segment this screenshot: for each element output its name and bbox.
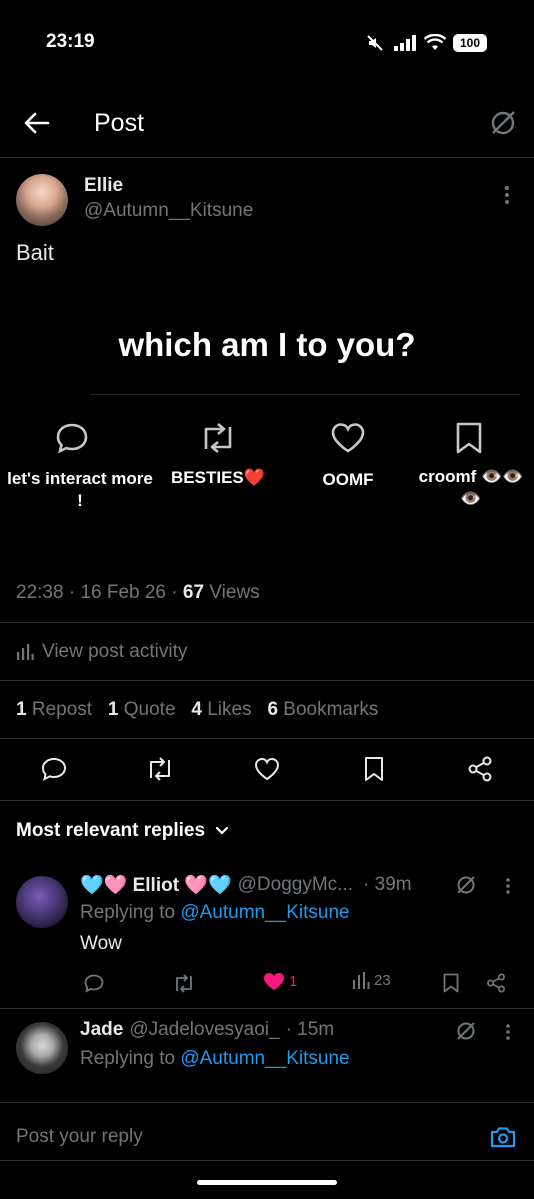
analytics-icon	[352, 972, 370, 989]
reply-author-handle[interactable]: @Jadelovesyaoi_	[129, 1019, 279, 1041]
back-arrow-icon[interactable]	[22, 108, 52, 138]
status-time: 23:19	[46, 31, 95, 52]
like-filled-icon	[263, 972, 285, 991]
image-option-1: let's interact more !	[7, 469, 153, 510]
views-label: Views	[209, 582, 260, 603]
replying-to: Replying to @Autumn__Kitsune	[80, 1048, 350, 1069]
camera-icon[interactable]	[488, 1122, 518, 1152]
views-count: 23	[374, 972, 391, 989]
share-button[interactable]	[464, 754, 496, 784]
share-button[interactable]	[484, 971, 508, 995]
bookmark-icon	[452, 420, 486, 456]
reply-button[interactable]	[38, 754, 70, 784]
grok-icon[interactable]	[454, 1019, 478, 1043]
author-avatar[interactable]	[16, 174, 68, 226]
bookmark-button[interactable]	[358, 754, 390, 784]
author-handle[interactable]: @Autumn__Kitsune	[84, 200, 253, 222]
replying-to: Replying to @Autumn__Kitsune	[80, 902, 350, 923]
reply-author-handle[interactable]: @DoggyMc...	[238, 874, 353, 896]
page-title: Post	[94, 109, 145, 137]
reply-input[interactable]	[16, 1122, 456, 1152]
replying-to-handle[interactable]: @Autumn__Kitsune	[180, 902, 349, 923]
analytics-icon	[16, 644, 34, 660]
mute-icon	[366, 34, 384, 52]
repost-icon	[198, 420, 238, 456]
post-stats: 1 Repost 1 Quote 4 Likes 6 Bookmarks	[16, 699, 378, 721]
like-count: 1	[289, 973, 298, 990]
post-image[interactable]: which am I to you? let's interact more !…	[0, 290, 534, 555]
wifi-icon	[424, 34, 446, 51]
bookmarks-stat[interactable]: 6 Bookmarks	[267, 699, 378, 720]
home-indicator[interactable]	[197, 1180, 337, 1185]
more-options-icon[interactable]	[498, 876, 518, 896]
post-date: 16 Feb 26	[80, 582, 167, 603]
replies-header: Most relevant replies	[16, 820, 206, 841]
reply-time: · 39m	[363, 874, 412, 895]
reply-avatar[interactable]	[16, 1022, 68, 1074]
chevron-down-icon	[215, 826, 229, 836]
view-activity-link[interactable]: View post activity	[16, 641, 187, 663]
battery-indicator: 100	[453, 34, 487, 52]
more-options-icon[interactable]	[498, 1022, 518, 1042]
more-options-icon[interactable]	[496, 184, 518, 206]
like-button[interactable]: 1	[263, 972, 297, 991]
repost-button[interactable]	[144, 754, 176, 784]
reply-author-name[interactable]: 🩵🩷 Elliot 🩷🩵	[80, 873, 232, 897]
view-activity-label: View post activity	[42, 641, 188, 662]
grok-icon[interactable]	[488, 108, 518, 138]
grok-icon[interactable]	[454, 873, 478, 897]
image-option-4: croomf 👁️👁️👁️	[418, 467, 524, 508]
post-timestamp: 22:38 · 16 Feb 26 · 67 Views	[16, 582, 260, 603]
signal-icon	[394, 35, 416, 51]
post-text: Bait	[16, 240, 54, 265]
replying-to-handle[interactable]: @Autumn__Kitsune	[180, 1048, 349, 1069]
reply-button[interactable]	[82, 971, 106, 995]
views-button[interactable]: 23	[352, 972, 391, 989]
replies-sort-dropdown[interactable]: Most relevant replies	[16, 820, 229, 842]
repost-button[interactable]	[171, 971, 197, 995]
reply-avatar[interactable]	[16, 876, 68, 928]
reply-header: Jade @Jadelovesyaoi_ · 15m	[80, 1019, 334, 1041]
image-option-3: OOMF	[322, 470, 374, 489]
image-option-2: BESTIES❤️	[171, 468, 265, 487]
author-name[interactable]: Ellie	[84, 175, 123, 197]
reply-icon	[54, 420, 90, 456]
quotes-stat[interactable]: 1 Quote	[108, 699, 176, 720]
like-icon	[329, 420, 367, 456]
views-count: 67	[182, 582, 205, 603]
post-time: 22:38	[16, 582, 64, 603]
like-button[interactable]	[251, 754, 283, 784]
reply-time: · 15m	[285, 1019, 335, 1040]
likes-stat[interactable]: 4 Likes	[191, 699, 251, 720]
bookmark-button[interactable]	[440, 971, 462, 995]
reply-author-name[interactable]: Jade	[80, 1019, 123, 1041]
reply-text: Wow	[80, 933, 122, 954]
reposts-stat[interactable]: 1 Repost	[16, 699, 92, 720]
image-headline: which am I to you?	[118, 326, 416, 363]
